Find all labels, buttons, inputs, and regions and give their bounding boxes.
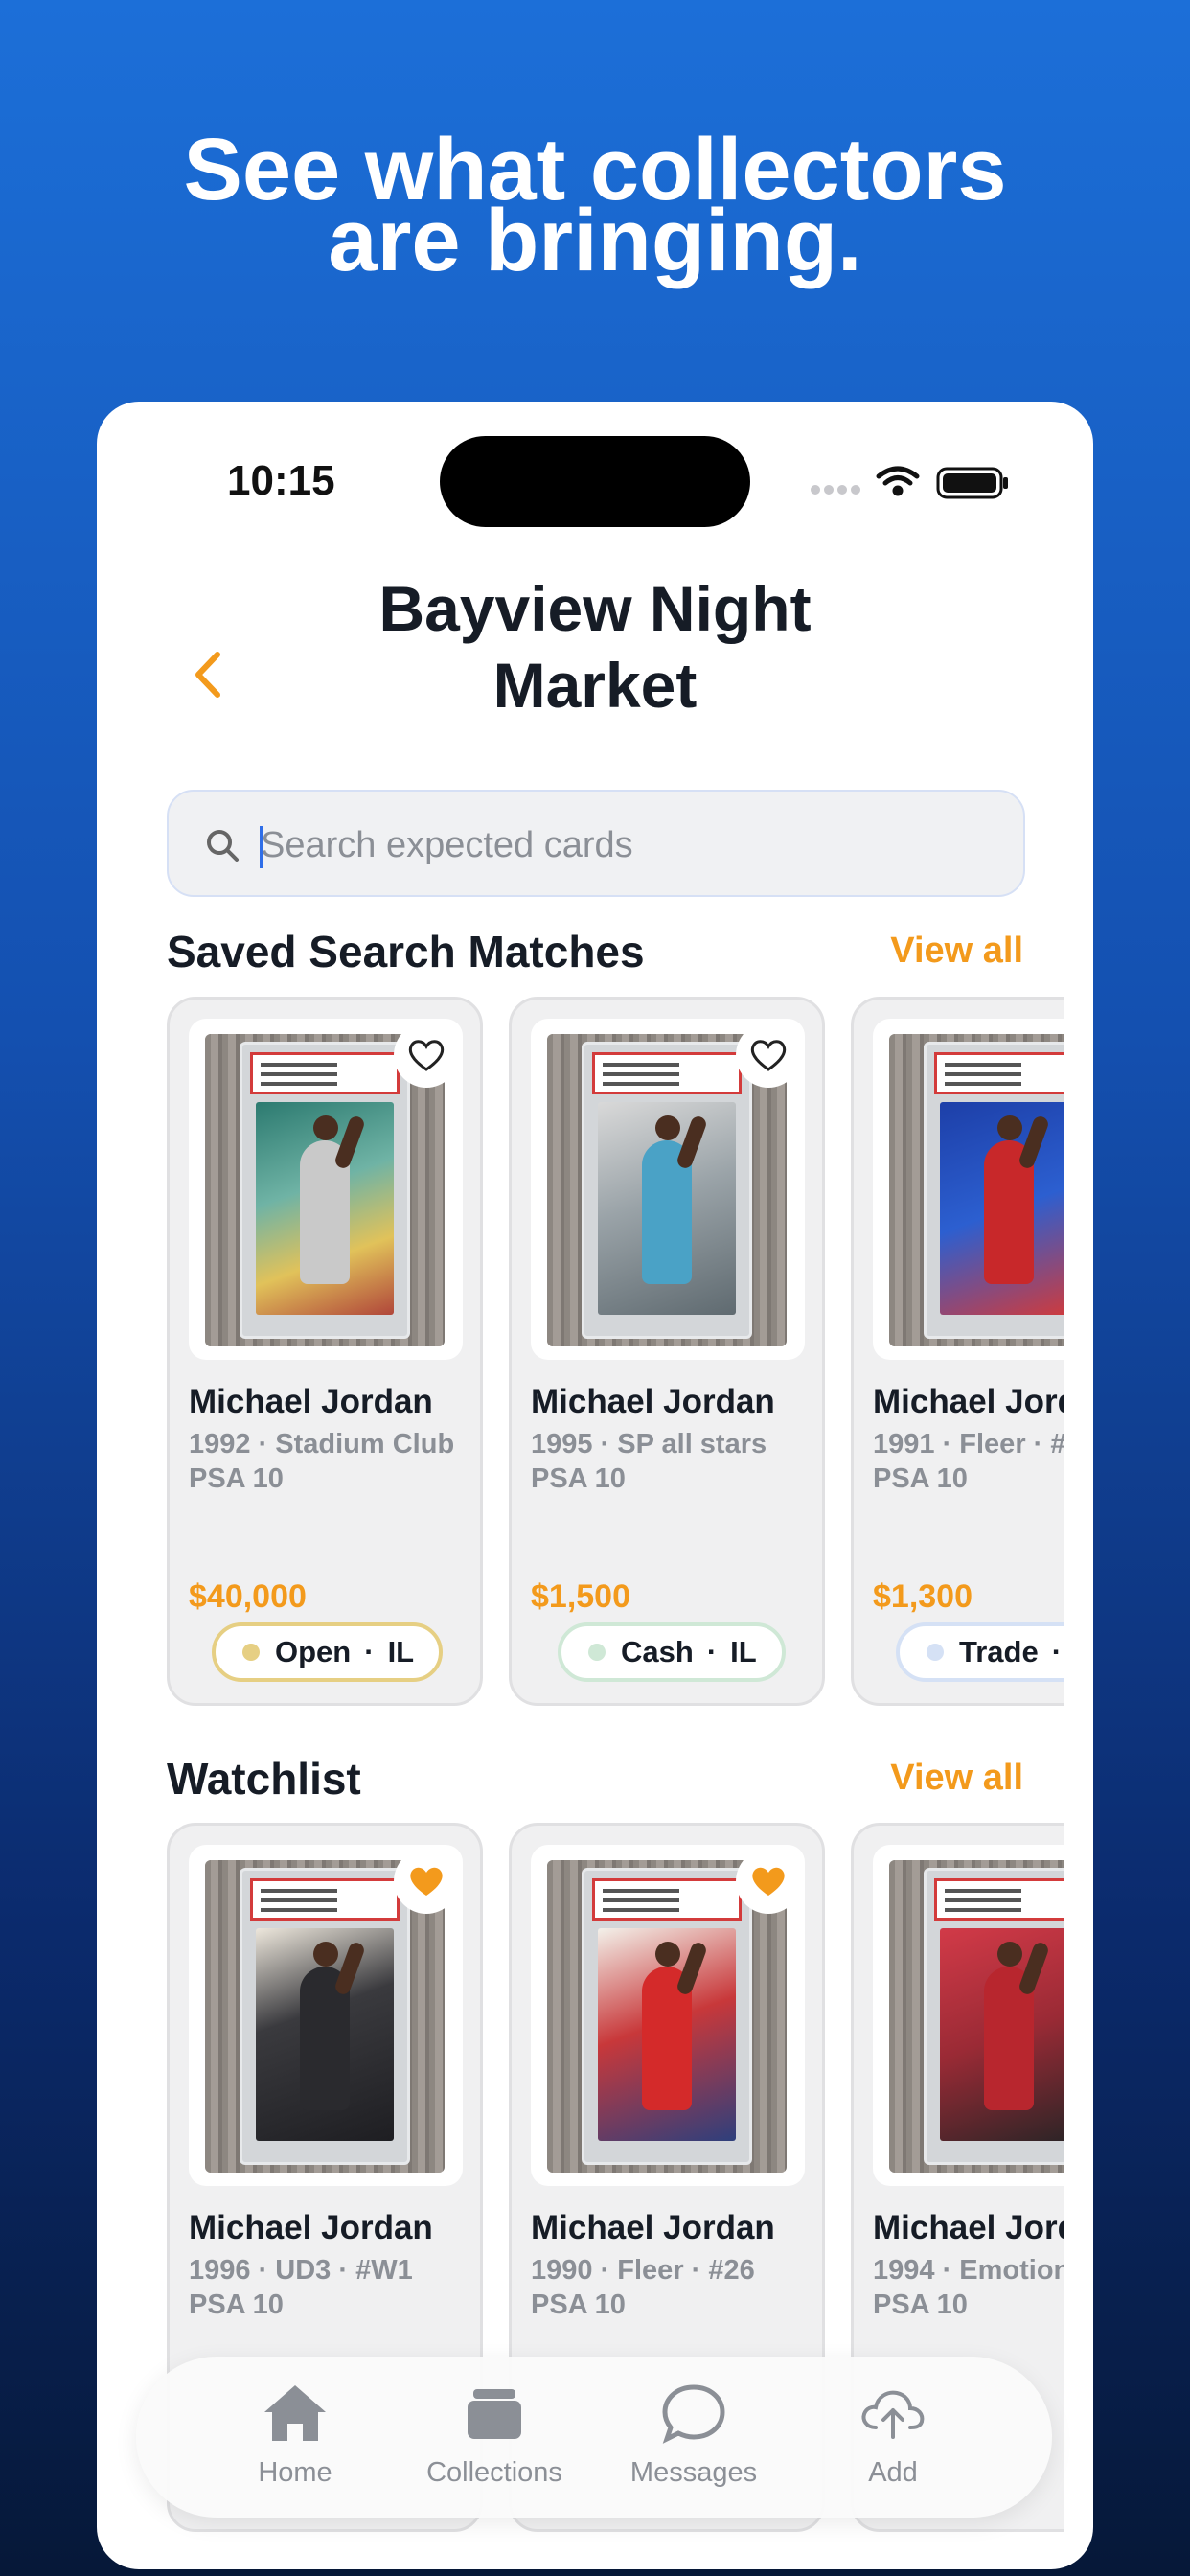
saved-search-title: Saved Search Matches bbox=[167, 927, 645, 977]
card-price: $1,500 bbox=[531, 1578, 630, 1615]
state-label: IL bbox=[730, 1635, 757, 1668]
card-grade: PSA 10 bbox=[189, 1463, 284, 1494]
deal-type-label: Open bbox=[275, 1635, 352, 1668]
deal-type-pill: Trade · IL bbox=[896, 1622, 1064, 1682]
deal-type-label: Cash bbox=[621, 1635, 694, 1668]
card-player-name: Michael Jordan bbox=[873, 1383, 1064, 1420]
headline: See what collectors are bringing. bbox=[0, 126, 1190, 289]
card-set-info: 1992 · Stadium Club bbox=[189, 1429, 455, 1460]
search-icon bbox=[207, 830, 239, 862]
back-button[interactable] bbox=[181, 641, 239, 708]
watchlist-title: Watchlist bbox=[167, 1754, 361, 1804]
search-bar[interactable] bbox=[167, 790, 1025, 897]
status-dot bbox=[927, 1644, 944, 1661]
saved-search-view-all-link[interactable]: View all bbox=[890, 931, 1023, 972]
card-player-name: Michael Jordan bbox=[531, 2209, 775, 2246]
card-player-name: Michael Jordan bbox=[531, 1383, 775, 1420]
status-dot bbox=[588, 1644, 606, 1661]
tab-add[interactable]: Add bbox=[797, 2380, 989, 2504]
state-label: IL bbox=[387, 1635, 415, 1668]
watchlist-view-all-link[interactable]: View all bbox=[890, 1758, 1023, 1799]
tab-bar: Home Collections Messages Add bbox=[136, 2357, 1052, 2518]
saved-card[interactable]: Michael Jordan 1995 · SP all stars PSA 1… bbox=[509, 997, 825, 1706]
favorite-button[interactable] bbox=[736, 1023, 801, 1088]
card-set-info: 1996 · UD3 · #W1 bbox=[189, 2255, 413, 2286]
card-price: $1,300 bbox=[873, 1578, 973, 1615]
saved-search-carousel[interactable]: Michael Jordan 1992 · Stadium Club PSA 1… bbox=[167, 997, 1064, 1711]
status-icons bbox=[810, 463, 1011, 501]
favorite-button[interactable] bbox=[394, 1023, 459, 1088]
search-input[interactable] bbox=[261, 816, 989, 874]
upload-cloud-icon bbox=[861, 2390, 925, 2439]
chevron-left-icon bbox=[195, 652, 220, 698]
tab-messages-label: Messages bbox=[629, 2457, 758, 2488]
phone-screen: 10:15 Bayview Night Market Search expect… bbox=[97, 402, 1093, 2569]
page-title: Bayview Night Market bbox=[288, 570, 902, 724]
card-grade: PSA 10 bbox=[531, 1463, 626, 1494]
heart-filled-icon bbox=[410, 1867, 443, 1896]
tab-collections-label: Collections bbox=[426, 2457, 562, 2488]
favorite-button[interactable] bbox=[394, 1849, 459, 1914]
heart-outline-icon bbox=[750, 1040, 787, 1071]
status-dot bbox=[242, 1644, 260, 1661]
favorite-button[interactable] bbox=[736, 1849, 801, 1914]
tab-messages[interactable]: Messages bbox=[598, 2380, 790, 2504]
heart-filled-icon bbox=[752, 1867, 785, 1896]
headline-line-2: are bringing. bbox=[328, 192, 862, 289]
deal-type-label: Trade bbox=[959, 1635, 1039, 1668]
card-set-info: 1994 · Emotion bbox=[873, 2255, 1064, 2286]
home-icon bbox=[264, 2385, 326, 2441]
tab-add-label: Add bbox=[868, 2457, 918, 2488]
dynamic-island bbox=[440, 436, 750, 527]
battery-icon bbox=[936, 467, 1008, 499]
deal-type-pill: Open · IL bbox=[212, 1622, 444, 1682]
card-set-info: 1990 · Fleer · #26 bbox=[531, 2255, 755, 2286]
status-time: 10:15 bbox=[227, 457, 335, 504]
card-player-name: Michael Jordan bbox=[189, 2209, 433, 2246]
deal-type-pill: Cash · IL bbox=[558, 1622, 786, 1682]
tab-home-label: Home bbox=[258, 2457, 332, 2488]
card-set-info: 1991 · Fleer · # bbox=[873, 1429, 1064, 1460]
page-title-line-1: Bayview Night bbox=[378, 573, 812, 644]
heart-outline-icon bbox=[408, 1040, 445, 1071]
collections-icon bbox=[468, 2389, 521, 2439]
card-grade: PSA 10 bbox=[873, 1463, 968, 1494]
card-grade: PSA 10 bbox=[531, 2289, 626, 2320]
card-player-name: Michael Jordan bbox=[189, 1383, 433, 1420]
card-grade: PSA 10 bbox=[873, 2289, 968, 2320]
tab-home[interactable]: Home bbox=[199, 2380, 391, 2504]
card-price: $40,000 bbox=[189, 1578, 307, 1615]
card-photo bbox=[873, 1845, 1064, 2186]
saved-card[interactable]: Michael Jordan 1991 · Fleer · # PSA 10 $… bbox=[851, 997, 1064, 1706]
card-set-info: 1995 · SP all stars bbox=[531, 1429, 767, 1460]
wifi-icon bbox=[876, 466, 920, 496]
card-grade: PSA 10 bbox=[189, 2289, 284, 2320]
saved-card[interactable]: Michael Jordan 1992 · Stadium Club PSA 1… bbox=[167, 997, 483, 1706]
card-player-name: Michael Jordan bbox=[873, 2209, 1064, 2246]
tab-collections[interactable]: Collections bbox=[399, 2380, 590, 2504]
messages-icon bbox=[662, 2384, 725, 2444]
card-photo bbox=[873, 1019, 1064, 1360]
signal-icon bbox=[811, 485, 860, 494]
page-title-line-2: Market bbox=[492, 650, 698, 721]
